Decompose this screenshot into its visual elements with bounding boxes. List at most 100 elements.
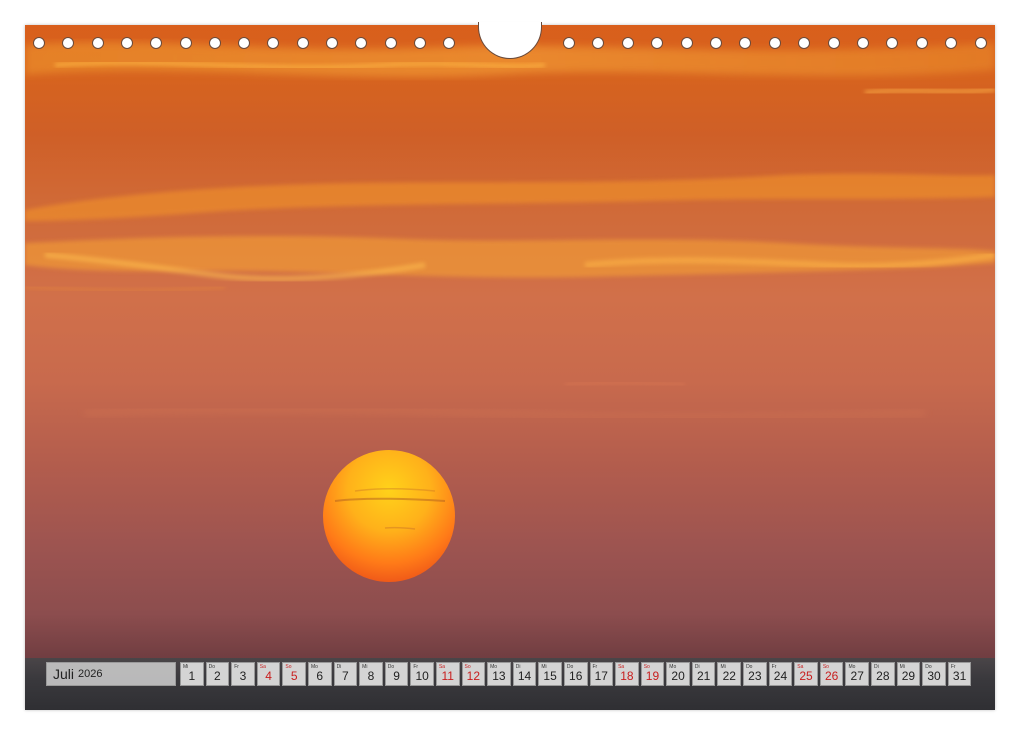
binding-hole (208, 37, 221, 49)
day-cell: Mo 20 (666, 662, 690, 686)
binding-hole (974, 37, 987, 49)
binding-hole (62, 37, 75, 49)
day-cell: Sa 18 (615, 662, 639, 686)
binding-hole (592, 37, 605, 49)
day-number: 4 (265, 669, 272, 683)
day-cell: Di 21 (691, 662, 716, 686)
binding-hole (413, 37, 426, 49)
sun (323, 450, 455, 582)
binding-hole (621, 37, 634, 49)
binding-hole (267, 37, 280, 49)
day-cell: Fr 3 (231, 662, 255, 686)
day-number: 15 (543, 669, 557, 683)
day-cell: Sa 11 (435, 662, 460, 686)
day-number: 16 (569, 669, 583, 683)
day-cell: Mo 27 (845, 662, 870, 686)
binding-hole (238, 37, 251, 49)
calendar-strip: Juli 2026 Mi 1 Do 2 Fr 3 Sa 4 So 5 Mo 6 Di 7 Mi 8 Do 9 Fr 1… (46, 662, 972, 688)
day-cell: Do 9 (384, 662, 409, 686)
binding-hole (150, 37, 163, 49)
month-name: Juli (53, 666, 75, 682)
day-number: 10 (415, 669, 429, 683)
day-cell: Mo 6 (307, 662, 332, 686)
binding-hole (384, 37, 397, 49)
day-number: 18 (620, 669, 634, 683)
day-cell: Mi 8 (359, 662, 383, 686)
day-cell: Do 30 (922, 662, 946, 686)
day-cell: Do 23 (743, 662, 767, 686)
binding-hole (91, 37, 104, 49)
binding-hole (563, 37, 575, 49)
binding-hole (651, 37, 664, 49)
binding-hole (945, 37, 958, 49)
binding-hole (443, 37, 456, 49)
day-cell: Mo 13 (487, 662, 511, 686)
binding-hole (857, 37, 869, 49)
day-number: 17 (594, 669, 608, 683)
day-cells: Mi 1 Do 2 Fr 3 Sa 4 So 5 Mo 6 Di 7 Mi 8 Do 9 Fr 10 Sa 11 So 12 M… (178, 662, 972, 688)
day-cell: Mi 22 (717, 662, 742, 686)
binding-hole (355, 37, 368, 49)
day-number: 24 (773, 669, 788, 683)
binding-hole (680, 37, 693, 49)
day-number: 14 (517, 669, 532, 683)
month-label: Juli 2026 (46, 662, 176, 686)
binding-hole (915, 37, 928, 49)
day-number: 31 (952, 669, 967, 683)
day-number: 30 (927, 669, 941, 683)
day-number: 3 (239, 669, 247, 683)
day-cell: Di 7 (333, 662, 358, 686)
day-cell: So 12 (461, 662, 486, 686)
day-number: 8 (367, 669, 375, 683)
binding-hole (827, 37, 840, 49)
day-number: 1 (188, 669, 196, 683)
day-cell: So 26 (819, 662, 844, 686)
binding-hole (886, 37, 899, 49)
day-number: 26 (824, 669, 839, 683)
day-number: 12 (466, 669, 480, 683)
day-cell: So 19 (640, 662, 665, 686)
day-number: 25 (799, 669, 813, 683)
day-number: 6 (316, 669, 324, 683)
day-number: 19 (645, 669, 660, 683)
binding-hole (179, 37, 192, 49)
day-number: 20 (671, 669, 685, 683)
binding-hole (120, 37, 133, 49)
day-number: 13 (492, 669, 506, 683)
binding-hole (768, 37, 781, 49)
day-number: 2 (214, 669, 221, 683)
binding-hole (710, 37, 722, 49)
month-year: 2026 (78, 668, 103, 680)
day-cell: Fr 24 (768, 662, 793, 686)
binding-hole (739, 37, 752, 49)
binding-hole (798, 37, 811, 49)
day-cell: Mi 15 (538, 662, 562, 686)
binding-hole (296, 37, 309, 49)
day-cell: Do 16 (563, 662, 588, 686)
day-number: 11 (441, 669, 454, 683)
day-number: 29 (901, 669, 916, 683)
day-cell: Sa 4 (256, 662, 281, 686)
day-cell: Do 2 (205, 662, 230, 686)
binding-hole (326, 37, 338, 49)
day-cell: Di 28 (871, 662, 895, 686)
day-number: 23 (748, 669, 762, 683)
day-cell: Fr 10 (410, 662, 434, 686)
day-number: 28 (876, 669, 890, 683)
sky-clouds (25, 42, 995, 582)
sunset-photo (25, 25, 995, 710)
day-number: 27 (850, 669, 864, 683)
day-number: 22 (722, 669, 736, 683)
day-cell: Mi 29 (896, 662, 921, 686)
day-cell: Mi 1 (180, 662, 204, 686)
day-cell: So 5 (282, 662, 306, 686)
day-cell: Fr 17 (589, 662, 614, 686)
day-number: 5 (290, 669, 298, 683)
day-cell: Fr 31 (947, 662, 972, 686)
day-number: 9 (393, 669, 400, 683)
binding-hole (33, 37, 45, 49)
day-number: 7 (342, 669, 349, 683)
day-cell: Di 14 (512, 662, 537, 686)
day-cell: Sa 25 (794, 662, 818, 686)
day-number: 21 (696, 669, 711, 683)
